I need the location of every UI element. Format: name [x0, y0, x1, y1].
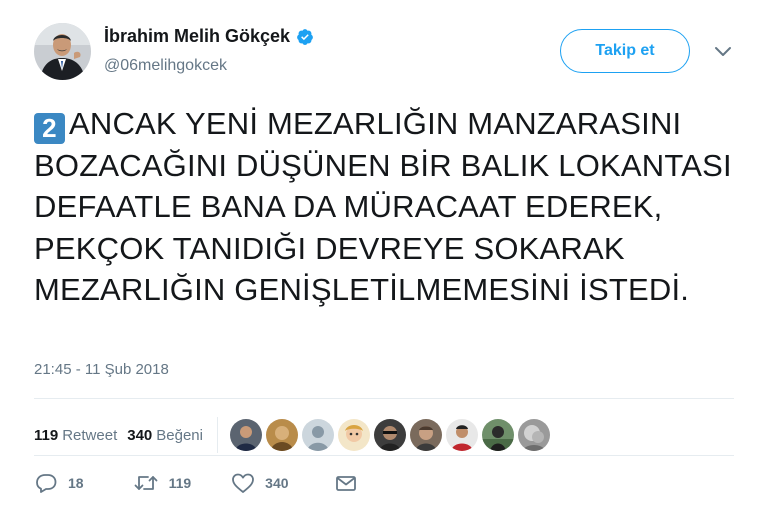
liker-avatar[interactable] [517, 419, 550, 451]
tweet-card: İbrahim Melih Gökçek @06melihgokcek Taki… [0, 0, 771, 516]
liker-avatars [229, 419, 550, 451]
chevron-down-icon[interactable] [713, 44, 733, 60]
liker-avatar[interactable] [373, 419, 406, 451]
avatar[interactable] [34, 23, 91, 80]
like-button[interactable]: 340 [231, 472, 289, 494]
retweet-button[interactable]: 119 [133, 472, 192, 494]
tweet-body: ANCAK YENİ MEZARLIĞIN MANZARASINI BOZACA… [34, 106, 732, 307]
like-icon [231, 472, 255, 494]
tweet-stats: 119 Retweet 340 Beğeni [34, 417, 550, 453]
divider [34, 398, 734, 399]
liker-avatar[interactable] [337, 419, 370, 451]
likes-stat[interactable]: 340 Beğeni [127, 427, 203, 444]
likes-count: 340 [127, 426, 153, 444]
direct-message-icon [335, 473, 357, 493]
tweet-timestamp[interactable]: 21:45 - 11 Şub 2018 [34, 361, 169, 378]
display-name[interactable]: İbrahim Melih Gökçek [104, 26, 290, 47]
reply-button[interactable]: 18 [34, 472, 84, 494]
retweets-label: Retweet [62, 426, 118, 444]
liker-avatar[interactable] [301, 419, 334, 451]
retweet-icon [133, 472, 159, 494]
retweets-stat[interactable]: 119 Retweet [34, 427, 117, 444]
liker-avatar[interactable] [265, 419, 298, 451]
liker-avatar[interactable] [229, 419, 262, 451]
user-name-row[interactable]: İbrahim Melih Gökçek [104, 26, 314, 47]
retweet-count: 119 [168, 475, 192, 491]
verified-badge-icon [296, 28, 314, 46]
keycap-2-emoji: 2 [34, 113, 65, 144]
stats-separator [216, 417, 218, 453]
liker-avatar[interactable] [445, 419, 478, 451]
likes-label: Beğeni [156, 426, 203, 444]
divider [34, 455, 734, 456]
liker-avatar[interactable] [409, 419, 442, 451]
retweets-count: 119 [34, 426, 59, 444]
reply-icon [34, 472, 58, 494]
tweet-actions: 18 119 340 [34, 472, 357, 494]
liker-avatar[interactable] [481, 419, 514, 451]
reply-count: 18 [68, 475, 84, 491]
like-count: 340 [265, 475, 289, 491]
follow-button[interactable]: Takip et [560, 29, 690, 73]
tweet-text: 2 ANCAK YENİ MEZARLIĞIN MANZARASINI BOZAC… [34, 103, 734, 311]
user-handle[interactable]: @06melihgokcek [104, 57, 227, 75]
direct-message-button[interactable] [335, 473, 357, 493]
